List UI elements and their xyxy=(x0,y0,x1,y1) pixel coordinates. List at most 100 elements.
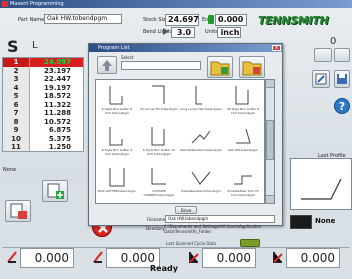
window-title: Maxent Programming xyxy=(10,1,64,7)
length-column-header: L xyxy=(32,40,38,51)
program-item[interactable]: 6 Style Box Gutter 8 Inch.tobendpgm xyxy=(96,80,138,121)
row-number: 3 xyxy=(3,75,30,84)
program-item[interactable]: Pocket&Step Trim 76 Inch.tobendpgm xyxy=(222,162,264,203)
row-number: 7 xyxy=(3,109,30,118)
units-field[interactable]: inch xyxy=(217,27,241,38)
table-row[interactable]: 4 19.197 xyxy=(3,83,83,92)
select-field[interactable] xyxy=(121,61,201,70)
program-item[interactable]: 6K Style Box Gutter 8 Inch.tobendpgm xyxy=(222,80,264,121)
program-item-label: Long Lance Flat.tobendpgm xyxy=(180,107,222,111)
program-item[interactable]: Oak HW.tobendpgm xyxy=(222,121,264,162)
row-number: 10 xyxy=(3,134,30,143)
table-row[interactable]: 10 5.375 xyxy=(3,134,83,143)
tennsmith-logo: TENNSMITH xyxy=(258,14,329,27)
title-bar: Maxent Programming xyxy=(0,0,352,8)
bend-table[interactable]: 1 24.097 2 23.197 3 22.447 4 19.197 5 18.572 … xyxy=(2,57,84,152)
program-item[interactable]: LR Corner Fill.tobendpgm xyxy=(138,80,180,121)
row-number: 2 xyxy=(3,66,30,75)
scroll-down-arrow-icon[interactable] xyxy=(266,195,274,203)
row-number: 5 xyxy=(3,92,30,101)
end-indicator-icon xyxy=(208,15,214,24)
table-row[interactable]: 2 23.197 xyxy=(3,66,83,75)
row-number: 4 xyxy=(3,83,30,92)
up-folder-button[interactable] xyxy=(97,56,117,74)
table-row[interactable]: 11 1.250 xyxy=(3,143,83,151)
axis-4-icon xyxy=(272,249,284,263)
row-number: 8 xyxy=(3,117,30,126)
open-folder-button[interactable] xyxy=(207,56,233,78)
folder-icon xyxy=(210,61,230,76)
row-number: 6 xyxy=(3,100,30,109)
program-item-label: Radial&Gutter.tobendpgm xyxy=(181,189,221,193)
right-top-button-2[interactable] xyxy=(334,48,350,62)
table-row[interactable]: 8 10.572 xyxy=(3,117,83,126)
app-icon xyxy=(2,1,8,7)
scan-status-button[interactable] xyxy=(240,239,260,247)
row-value: 5.375 xyxy=(48,134,71,143)
program-grid-scrollbar[interactable] xyxy=(265,79,275,204)
select-label: Select xyxy=(121,55,134,60)
row-value: 23.197 xyxy=(43,66,71,75)
row-value: 11.322 xyxy=(43,100,71,109)
row-value: 1.250 xyxy=(48,143,71,151)
edit-button[interactable] xyxy=(312,70,330,88)
program-item-label: Oak HW.tobendpgm xyxy=(227,148,259,152)
delete-folder-icon xyxy=(242,61,262,76)
filename-label: Filename xyxy=(147,217,166,222)
table-row[interactable]: 6 11.322 xyxy=(3,100,83,109)
directory-label: Directory xyxy=(146,226,165,231)
program-list-dialog: Program List x Select 6 Style Box Gutter… xyxy=(88,43,283,226)
program-item[interactable]: Long Lance Flat.tobendpgm xyxy=(180,80,222,121)
program-item[interactable]: K Style Box Gutter 6 Inch.tobendpgm xyxy=(96,121,138,162)
table-row[interactable]: 3 22.447 xyxy=(3,75,83,84)
program-item-label: OUTSIDE CORNER.tobendpgm xyxy=(143,189,175,197)
end-field[interactable]: 0.000 xyxy=(215,14,247,26)
table-row[interactable]: 1 24.097 xyxy=(3,58,83,67)
table-row[interactable]: 9 6.875 xyxy=(3,126,83,135)
row-number: 11 xyxy=(3,143,30,151)
filename-field[interactable]: Oak HW.tobendpgm xyxy=(165,215,275,223)
close-icon[interactable]: x xyxy=(272,45,281,51)
row-value: 22.447 xyxy=(43,75,71,83)
table-row[interactable]: 5 18.572 xyxy=(3,92,83,101)
program-item-label: LR Corner Fill.tobendpgm xyxy=(139,107,178,111)
scroll-up-arrow-icon[interactable] xyxy=(266,80,274,88)
delete-folder-button[interactable] xyxy=(239,56,265,78)
stock-size-field[interactable]: 24.697 xyxy=(165,14,199,26)
profile-swatch xyxy=(290,215,312,229)
remove-bend-button[interactable] xyxy=(5,200,31,222)
dialog-title: Program List xyxy=(89,44,282,52)
save-icon xyxy=(337,74,347,84)
row-value: 11.288 xyxy=(43,109,71,117)
drive-button[interactable]: Drive xyxy=(175,206,197,214)
top-right-value: 0 xyxy=(330,36,337,47)
table-row[interactable]: 7 11.288 xyxy=(3,109,83,118)
help-icon[interactable]: ? xyxy=(334,98,350,114)
right-top-button-1[interactable] xyxy=(314,48,332,62)
row-value: 19.197 xyxy=(43,83,71,92)
program-item-label: 6K Style Box Gutter 8 Inch.tobendpgm xyxy=(226,107,260,115)
program-item-label: Ratchet&Gutter.tobendpgm xyxy=(180,148,222,152)
bend-limits-field[interactable]: 3.0 xyxy=(171,27,195,38)
none-label-left: None xyxy=(3,167,17,173)
program-item[interactable]: Radial&Gutter.tobendpgm xyxy=(180,162,222,203)
readout-4: 0.000 xyxy=(286,248,340,268)
program-item[interactable]: OUTSIDE CORNER.tobendpgm xyxy=(138,162,180,203)
row-value: 6.875 xyxy=(48,126,71,134)
program-item-label: BOX GUTTER.tobendpgm xyxy=(98,189,136,193)
row-value: 18.572 xyxy=(43,92,71,100)
part-name-field[interactable]: Oak HW.tobendpgm xyxy=(44,14,122,24)
program-grid[interactable]: 6 Style Box Gutter 8 Inch.tobendpgm LR C… xyxy=(95,79,265,204)
readout-1: 0.000 xyxy=(20,248,74,268)
program-item[interactable]: K Style Box Gutter 12 Inch.tobendpgm xyxy=(138,121,180,162)
program-item-label: K Style Box Gutter 6 Inch.tobendpgm xyxy=(101,148,133,156)
axis-3-icon xyxy=(188,249,200,263)
directory-value: C:\Documents and Settings\All Users\Appl… xyxy=(164,224,262,234)
part-name-label: Part Name xyxy=(18,17,45,23)
profile-none-value: None xyxy=(315,217,336,225)
save-button[interactable] xyxy=(334,70,350,88)
scroll-thumb[interactable] xyxy=(266,120,274,160)
add-bend-button[interactable] xyxy=(42,180,68,202)
program-item[interactable]: Ratchet&Gutter.tobendpgm xyxy=(180,121,222,162)
program-item[interactable]: BOX GUTTER.tobendpgm xyxy=(96,162,138,203)
